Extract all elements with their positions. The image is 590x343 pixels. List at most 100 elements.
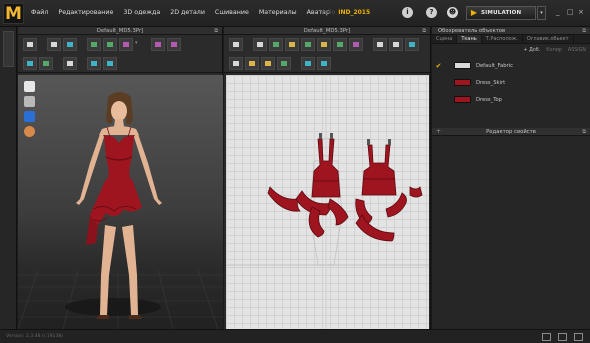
object-browser-title-text: Обозреватель объектов	[438, 28, 506, 34]
status-bar: Version: 2.3.48 (r.19138)	[0, 329, 590, 343]
arrangement-icon[interactable]	[39, 56, 53, 70]
polygon-icon[interactable]	[301, 38, 315, 51]
graphic-icon[interactable]	[103, 56, 117, 70]
simulation-label: SIMULATION	[481, 10, 522, 16]
property-editor-title: + Редактор свойств ⧉	[432, 128, 590, 136]
simulation-icon: ▶	[470, 8, 478, 17]
window-3d: Default_MD5.3Pr] ⧉	[18, 27, 223, 329]
strengthen-tool-icon[interactable]	[167, 38, 181, 51]
fabric-swatch	[454, 79, 471, 86]
layout-split-icon[interactable]	[558, 333, 567, 341]
object-browser-title: Обозреватель объектов ⧉	[432, 27, 590, 35]
close-button[interactable]: ×	[578, 8, 584, 16]
fabric-name: Dress_Skirt	[476, 79, 506, 86]
fabric-item[interactable]: Dress_Skirt	[432, 74, 590, 91]
info-icon[interactable]: i	[402, 7, 413, 18]
property-editor-title-text: Редактор свойств	[486, 129, 536, 135]
fabric-item[interactable]: Dress_Top	[432, 91, 590, 108]
menu-bar: M Файл Редактирование 3D одежда 2D детал…	[0, 0, 590, 27]
user-label: Hello IND_2015	[320, 9, 370, 16]
checkmark-icon: ✔	[435, 61, 442, 70]
graphic-2d-icon[interactable]	[317, 56, 331, 70]
window-2d-maximize-icon[interactable]: ⧉	[422, 27, 426, 35]
fold-tool-icon[interactable]	[119, 38, 133, 51]
dart-icon[interactable]	[349, 38, 363, 51]
garment-fit-tool-icon[interactable]	[87, 38, 101, 51]
menu-edit[interactable]: Редактирование	[53, 9, 118, 16]
minimize-button[interactable]: _	[556, 8, 560, 16]
free-sewing-icon[interactable]	[389, 38, 403, 51]
tab-fabric[interactable]: Ткань	[457, 35, 482, 43]
pin-tool-icon[interactable]	[151, 38, 165, 51]
viewport-2d[interactable]	[226, 75, 429, 329]
layout-single-icon[interactable]	[542, 333, 551, 341]
avatar-measure-icon[interactable]	[23, 56, 37, 70]
menu-3d-garment[interactable]: 3D одежда	[118, 9, 165, 16]
gather-icon[interactable]	[261, 56, 275, 70]
library-tab[interactable]	[3, 31, 14, 67]
fabric-toolbar: + Доб. Копир ASSIGN	[432, 44, 590, 57]
window-3d-maximize-icon[interactable]: ⧉	[214, 27, 218, 35]
window-2d-title: Default_MD5.3Pr] ⧉	[224, 27, 430, 35]
main-menu: Файл Редактирование 3D одежда 2D детали …	[26, 9, 335, 16]
select-move-tool-icon[interactable]	[23, 38, 37, 51]
tool-dropdown-icon[interactable]	[135, 38, 141, 51]
transform-pattern-icon[interactable]	[229, 38, 243, 51]
menu-file[interactable]: Файл	[26, 9, 53, 16]
toolbar-3d-row-2	[18, 54, 222, 73]
expand-icon[interactable]: +	[436, 128, 441, 136]
copy-fabric-button[interactable]: Копир	[546, 48, 562, 53]
menu-materials[interactable]: Материалы	[254, 9, 302, 16]
simulation-button[interactable]: ▶ SIMULATION	[466, 6, 536, 20]
window-2d-title-text: Default_MD5.3Pr]	[303, 28, 351, 34]
pattern-pieces	[226, 75, 429, 329]
menu-2d-pattern[interactable]: 2D детали	[165, 9, 210, 16]
user-icon[interactable]: ☻	[447, 7, 458, 18]
edit-point-icon[interactable]	[253, 38, 267, 51]
fabric-swatch	[454, 62, 471, 69]
tab-scene[interactable]: Сцена	[432, 35, 458, 43]
fix-pin-tool-icon[interactable]	[63, 38, 77, 51]
texture-edit-icon[interactable]	[87, 56, 101, 70]
fabric-name: Default_Fabric	[476, 62, 513, 69]
tuck-tool-icon[interactable]	[103, 38, 117, 51]
property-editor-maximize-icon[interactable]: ⧉	[582, 128, 586, 136]
layout-dual-icon[interactable]	[574, 333, 583, 341]
fabric-name: Dress_Top	[476, 96, 502, 103]
tab-arrangement[interactable]: Т.Располож.	[482, 35, 523, 43]
toolbar-3d-row-1	[18, 35, 222, 54]
edit-curvature-icon[interactable]	[269, 38, 283, 51]
tab-contents[interactable]: Оглавик.обьект	[523, 35, 574, 43]
user-name: IND_2015	[338, 9, 371, 16]
simulation-dropdown[interactable]: ▾	[537, 6, 546, 20]
transform-icon[interactable]	[63, 56, 77, 70]
object-browser-maximize-icon[interactable]: ⧉	[582, 27, 586, 35]
add-fabric-button[interactable]: + Доб.	[524, 48, 541, 53]
elastic-icon[interactable]	[245, 56, 259, 70]
fabric-item[interactable]: ✔ Default_Fabric	[432, 57, 590, 74]
version-label: Version: 2.3.48 (r.19138)	[6, 334, 64, 339]
maximize-button[interactable]: □	[567, 8, 574, 16]
right-panel: Обозреватель объектов ⧉ Сцена Ткань Т.Ра…	[432, 27, 590, 329]
toolbar-2d-row-1	[224, 35, 430, 54]
edit-sewing-icon[interactable]	[229, 56, 243, 70]
internal-line-icon[interactable]	[333, 38, 347, 51]
bodice-right-piece	[361, 139, 397, 196]
baseline-icon[interactable]	[277, 56, 291, 70]
avatar-with-dress	[18, 92, 223, 329]
segment-sewing-icon[interactable]	[373, 38, 387, 51]
viewport-3d[interactable]	[18, 75, 223, 329]
select-mesh-tool-icon[interactable]	[47, 38, 61, 51]
edit-texture-2d-icon[interactable]	[301, 56, 315, 70]
menu-sewing[interactable]: Сшивание	[210, 9, 254, 16]
sewing-check-icon[interactable]	[405, 38, 419, 51]
add-point-icon[interactable]	[285, 38, 299, 51]
library-strip	[0, 27, 17, 329]
window-3d-title: Default_MD5.3Pr] ⧉	[18, 27, 222, 35]
assign-fabric-button[interactable]: ASSIGN	[568, 48, 586, 53]
window-3d-title-text: Default_MD5.3Pr]	[96, 28, 144, 34]
rectangle-icon[interactable]	[317, 38, 331, 51]
user-greeting: Hello	[320, 9, 336, 16]
window-2d: Default_MD5.3Pr] ⧉	[224, 27, 431, 329]
help-icon[interactable]: ?	[426, 7, 437, 18]
